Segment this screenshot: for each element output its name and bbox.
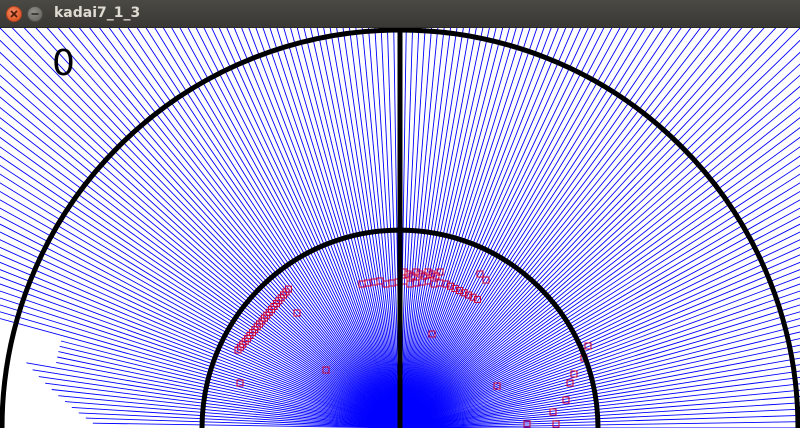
frame-counter: 0: [52, 43, 75, 84]
minimize-icon: [31, 13, 39, 15]
scan-visualization: [0, 28, 800, 428]
close-icon: [10, 10, 18, 18]
obstacle-point: [412, 268, 420, 276]
scan-ray: [399, 28, 800, 428]
range-frame: [0, 28, 800, 428]
obstacle-point: [418, 278, 426, 286]
title-bar[interactable]: kadai7_1_3: [0, 0, 800, 28]
obstacle-point: [552, 420, 560, 428]
scan-ray: [0, 28, 401, 428]
obstacle-point: [388, 279, 396, 287]
obstacle-point: [406, 280, 414, 288]
window-title: kadai7_1_3: [54, 5, 141, 21]
minimize-button[interactable]: [27, 6, 43, 22]
app-window: kadai7_1_3 0: [0, 0, 800, 428]
close-button[interactable]: [6, 6, 22, 22]
